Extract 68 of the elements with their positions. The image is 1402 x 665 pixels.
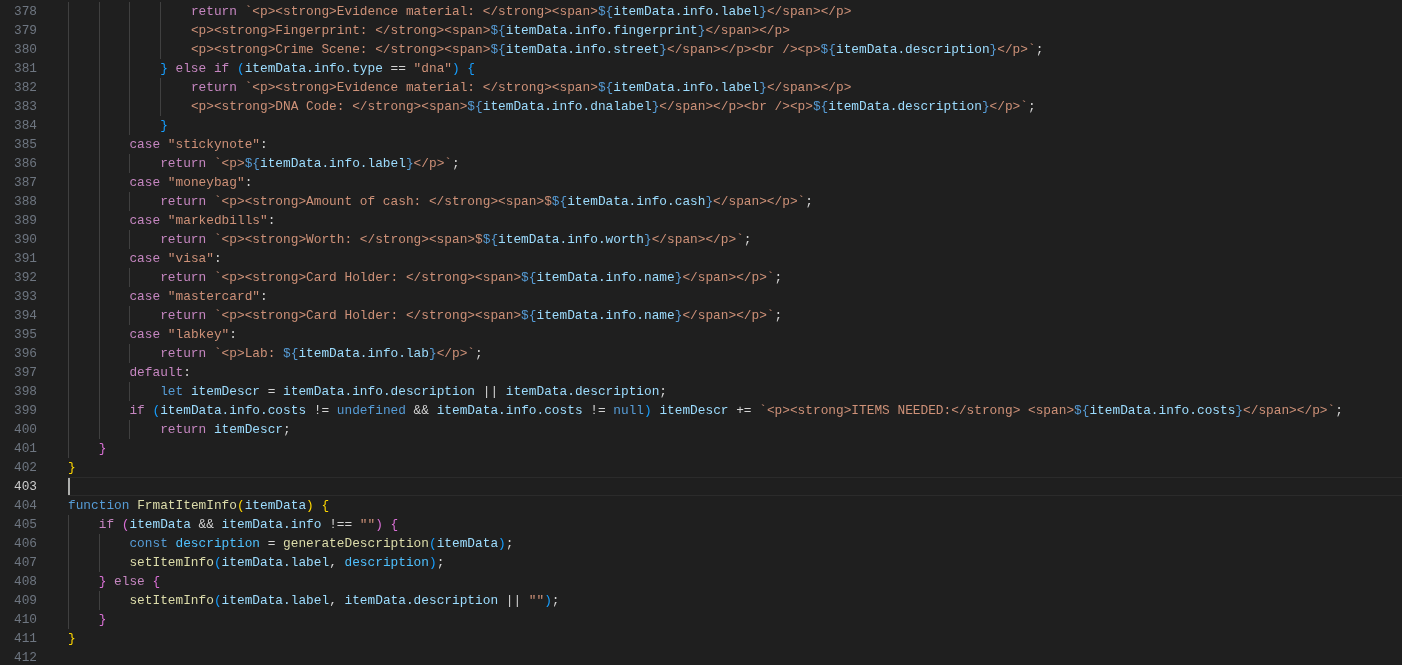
code-line: setItemInfo(itemData.label, description);	[68, 553, 1402, 572]
line-number: 378	[12, 3, 38, 21]
code-line: }	[68, 439, 1402, 458]
line-number: 402	[12, 459, 38, 477]
line-number: 392	[12, 269, 38, 287]
line-number: 401	[12, 440, 38, 458]
code-line: case "mastercard":	[68, 287, 1402, 306]
line-number: 386	[12, 155, 38, 173]
line-number: 379	[12, 22, 38, 40]
line-number: 381	[12, 60, 38, 78]
line-number: 412	[12, 649, 38, 665]
line-number: 388	[12, 193, 38, 211]
code-line: <p><strong>Crime Scene: </strong><span>${itemData.info.street}</span></p><br /><p>${itemData.description}</p>`;	[68, 40, 1402, 59]
line-number: 409	[12, 592, 38, 610]
code-line: return itemDescr;	[68, 420, 1402, 439]
code-line: case "markedbills":	[68, 211, 1402, 230]
code-line: return `<p><strong>Amount of cash: </strong><span>$${itemData.info.cash}</span></p>`;	[68, 192, 1402, 211]
code-line: } else {	[68, 572, 1402, 591]
code-line: return `<p><strong>Card Holder: </strong><span>${itemData.info.name}</span></p>`;	[68, 306, 1402, 325]
code-line: const description = generateDescription(itemData);	[68, 534, 1402, 553]
line-number: 397	[12, 364, 38, 382]
line-number: 394	[12, 307, 38, 325]
code-line: case "labkey":	[68, 325, 1402, 344]
code-line: default:	[68, 363, 1402, 382]
line-number: 400	[12, 421, 38, 439]
code-line: }	[68, 116, 1402, 135]
line-number: 383	[12, 98, 38, 116]
code-line: return `<p><strong>Evidence material: </strong><span>${itemData.info.label}</span></p>	[68, 78, 1402, 97]
code-line: return `<p><strong>Worth: </strong><span>$${itemData.info.worth}</span></p>`;	[68, 230, 1402, 249]
line-number: 398	[12, 383, 38, 401]
code-line: <p><strong>DNA Code: </strong><span>${itemData.info.dnalabel}</span></p><br /><p>${itemData.description}</p>`;	[68, 97, 1402, 116]
line-number: 393	[12, 288, 38, 306]
line-number: 395	[12, 326, 38, 344]
code-line: <p><strong>Fingerprint: </strong><span>${itemData.info.fingerprint}</span></p>	[68, 21, 1402, 40]
line-number: 396	[12, 345, 38, 363]
line-number: 404	[12, 497, 38, 515]
line-number: 390	[12, 231, 38, 249]
code-line: }	[68, 459, 77, 477]
code-line: }	[68, 610, 1402, 629]
code-line: function FrmatItemInfo(itemData) {	[68, 497, 331, 515]
code-line: }	[68, 630, 77, 648]
line-number: 411	[12, 630, 38, 648]
code-line: return `<p><strong>Card Holder: </strong><span>${itemData.info.name}</span></p>`;	[68, 268, 1402, 287]
code-line: return `<p>Lab: ${itemData.info.lab}</p>`;	[68, 344, 1402, 363]
code-line: if (itemData && itemData.info !== "") {	[68, 515, 1402, 534]
line-number: 382	[12, 79, 38, 97]
line-number: 399	[12, 402, 38, 420]
code-line: case "visa":	[68, 249, 1402, 268]
line-number: 389	[12, 212, 38, 230]
code-line: if (itemData.info.costs != undefined && itemData.info.costs != null) itemDescr += `<p><strong>ITEMS NEEDED:</strong> <span>${itemData.info.costs}</span></p>`;	[68, 401, 1402, 420]
code-line: return `<p>${itemData.info.label}</p>`;	[68, 154, 1402, 173]
line-number: 380	[12, 41, 38, 59]
line-number: 407	[12, 554, 38, 572]
code-line: case "stickynote":	[68, 135, 1402, 154]
line-number: 403	[12, 478, 38, 496]
line-number: 391	[12, 250, 38, 268]
line-number: 385	[12, 136, 38, 154]
line-number: 384	[12, 117, 38, 135]
line-number: 387	[12, 174, 38, 192]
line-number: 406	[12, 535, 38, 553]
line-number: 410	[12, 611, 38, 629]
code-line: setItemInfo(itemData.label, itemData.description || "");	[68, 591, 1402, 610]
code-line: return `<p><strong>Evidence material: </strong><span>${itemData.info.label}</span></p>	[68, 2, 1402, 21]
code-line: case "moneybag":	[68, 173, 1402, 192]
line-number: 405	[12, 516, 38, 534]
code-line: } else if (itemData.info.type == "dna") {	[68, 59, 1402, 78]
line-number: 408	[12, 573, 38, 591]
code-line: let itemDescr = itemData.info.description || itemData.description;	[68, 382, 1402, 401]
